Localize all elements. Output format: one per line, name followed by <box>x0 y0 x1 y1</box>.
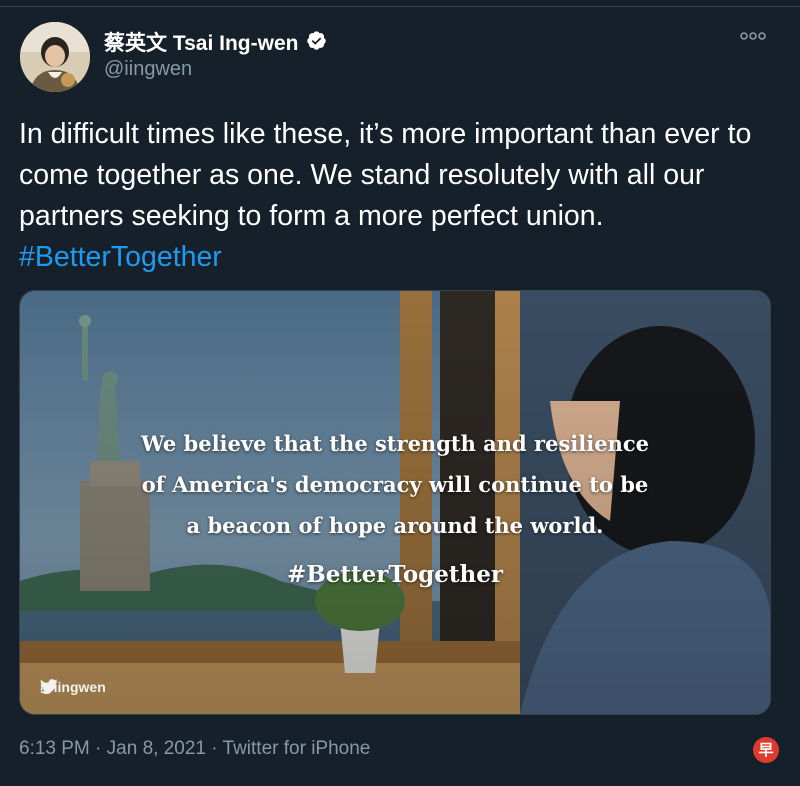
tweet-date[interactable]: Jan 8, 2021 <box>107 738 206 759</box>
tweet-meta: 6:13 PM · Jan 8, 2021 · Twitter for iPho… <box>19 738 370 760</box>
author-name[interactable]: 蔡英文 Tsai Ing-wen <box>104 27 298 57</box>
tweet-image[interactable]: We believe that the strength and resilie… <box>19 290 771 715</box>
meta-separator: · <box>205 738 223 759</box>
twitter-bird-icon <box>40 679 58 694</box>
more-options-icon[interactable] <box>740 30 766 42</box>
tweet-source[interactable]: Twitter for iPhone <box>223 738 371 759</box>
image-scene <box>20 291 770 714</box>
tweet-body: In difficult times like these, it’s more… <box>19 118 752 232</box>
tweet-time[interactable]: 6:13 PM <box>19 738 90 759</box>
image-quote-line-2: of America's democracy will continue to … <box>141 472 649 497</box>
author-avatar[interactable] <box>20 22 90 92</box>
hashtag-link[interactable]: #BetterTogether <box>19 241 222 273</box>
meta-separator: · <box>89 738 107 759</box>
tweet-card: 蔡英文 Tsai Ing-wen @iingwen In difficult t… <box>0 0 800 786</box>
top-divider <box>0 0 800 7</box>
image-watermark: @iingwen <box>40 679 106 695</box>
image-quote-line-1: We believe that the strength and resilie… <box>140 431 649 456</box>
verified-badge-icon <box>307 31 326 50</box>
author-handle[interactable]: @iingwen <box>104 58 192 81</box>
avatar-image <box>20 22 90 92</box>
image-quote-line-3: a beacon of hope around the world. <box>186 513 604 538</box>
image-hashtag: #BetterTogether <box>287 561 503 588</box>
publisher-logo: 早 <box>753 737 779 763</box>
tweet-text: In difficult times like these, it’s more… <box>19 114 779 278</box>
